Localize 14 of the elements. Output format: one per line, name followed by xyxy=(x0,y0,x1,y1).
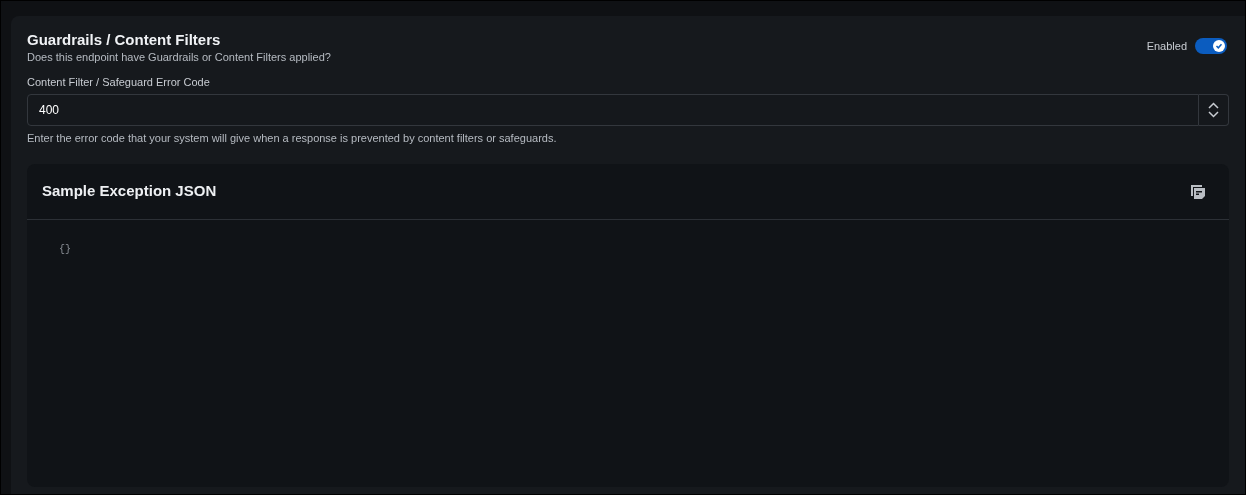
chevron-up-icon[interactable] xyxy=(1208,102,1219,109)
check-icon xyxy=(1215,42,1223,51)
section-description: Does this endpoint have Guardrails or Content Filters applied? xyxy=(27,50,331,64)
copy-icon[interactable] xyxy=(1190,183,1206,200)
card-title: Sample Exception JSON xyxy=(42,181,217,202)
code-text: {} xyxy=(59,243,71,257)
toggle-label: Enabled xyxy=(1146,39,1187,54)
number-stepper[interactable] xyxy=(1199,94,1229,126)
error-code-field[interactable]: 400 xyxy=(27,94,1199,126)
chevron-down-icon[interactable] xyxy=(1208,111,1219,118)
section-title: Guardrails / Content Filters xyxy=(27,30,222,50)
field-label: Content Filter / Safeguard Error Code xyxy=(27,75,211,89)
enabled-toggle[interactable] xyxy=(1195,38,1227,55)
field-help-text: Enter the error code that your system will give when a response is prevented by content filters or safeguards. xyxy=(27,131,558,145)
